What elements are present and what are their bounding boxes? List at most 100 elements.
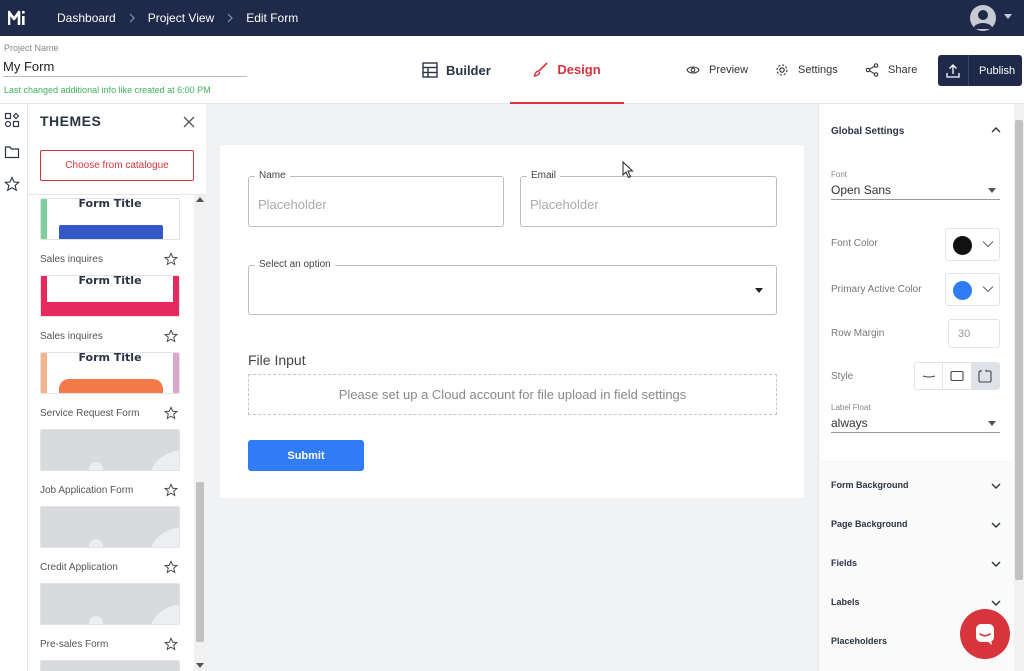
global-settings-title[interactable]: Global Settings — [831, 126, 904, 137]
chevron-down-icon — [991, 522, 1001, 528]
theme-card[interactable] — [40, 583, 180, 625]
email-field[interactable]: Email — [520, 170, 777, 227]
font-select[interactable]: Open Sans — [831, 180, 1000, 200]
primary-color-picker[interactable] — [945, 273, 1000, 306]
preview-label: Preview — [709, 64, 749, 76]
font-color-swatch — [953, 236, 972, 255]
theme-name: Sales inquires — [40, 331, 103, 342]
primary-active-color-label: Primary Active Color — [831, 284, 922, 295]
editor-header: Project Name Last changed additional inf… — [0, 36, 1024, 104]
theme-card[interactable] — [40, 429, 180, 471]
font-color-label: Font Color — [831, 238, 878, 249]
scroll-down-icon[interactable] — [196, 663, 204, 668]
close-icon[interactable] — [181, 114, 197, 130]
theme-card[interactable]: Form Title — [40, 198, 180, 240]
chevron-right-icon — [227, 13, 234, 23]
theme-preview-title: Form Title — [78, 275, 142, 287]
chevron-down-icon — [991, 561, 1001, 567]
breadcrumb-dashboard[interactable]: Dashboard — [57, 11, 116, 25]
tab-builder[interactable]: Builder — [422, 36, 491, 104]
row-margin-input[interactable] — [948, 319, 1000, 348]
theme-card[interactable]: Form Title — [40, 275, 180, 317]
star-icon[interactable] — [164, 252, 178, 266]
image-placeholder-icon — [151, 604, 179, 624]
form-preview-card: Name Email Select an option File Input P… — [220, 145, 804, 498]
theme-preview-button — [41, 302, 179, 316]
caret-down-icon — [988, 421, 996, 426]
email-input[interactable] — [530, 197, 750, 212]
label-float-label: Label Float — [831, 403, 871, 412]
email-field-label: Email — [527, 170, 561, 181]
star-icon[interactable] — [4, 176, 20, 192]
breadcrumb-edit-form[interactable]: Edit Form — [246, 11, 298, 25]
name-field[interactable]: Name — [248, 170, 504, 227]
chevron-down-icon — [982, 286, 994, 293]
folder-icon[interactable] — [4, 144, 20, 160]
style-underline-option[interactable] — [915, 363, 944, 389]
star-icon[interactable] — [164, 637, 178, 651]
image-placeholder-icon — [151, 527, 179, 547]
star-icon[interactable] — [164, 560, 178, 574]
theme-preview-accent — [41, 199, 47, 239]
mouse-cursor-icon — [622, 161, 634, 179]
box-style-icon — [950, 370, 964, 382]
choose-from-catalogue-button[interactable]: Choose from catalogue — [40, 150, 194, 181]
section-title: Page Background — [831, 519, 908, 529]
scroll-up-icon[interactable] — [196, 197, 204, 202]
chat-button[interactable] — [960, 609, 1010, 659]
file-upload-dropzone[interactable]: Please set up a Cloud account for file u… — [248, 374, 777, 415]
file-input-title: File Input — [248, 352, 306, 368]
chevron-down-icon[interactable] — [1004, 14, 1012, 19]
theme-list: Form Title Sales inquires Form Title Sal… — [28, 196, 194, 671]
eye-icon — [686, 66, 700, 74]
tab-design[interactable]: Design — [510, 36, 624, 104]
brush-icon — [533, 62, 548, 77]
label-float-select[interactable]: always — [831, 413, 1000, 433]
theme-card[interactable] — [40, 506, 180, 548]
theme-card[interactable]: Form Title — [40, 352, 180, 394]
style-label: Style — [831, 371, 854, 382]
row-margin-label: Row Margin — [831, 328, 885, 339]
publish-button[interactable]: Publish — [938, 55, 1022, 86]
preview-button[interactable]: Preview — [686, 36, 748, 104]
star-icon[interactable] — [164, 406, 178, 420]
section-fields[interactable]: Fields — [819, 544, 1014, 583]
name-field-label: Name — [255, 170, 290, 181]
select-label: Select an option — [255, 259, 335, 270]
breadcrumb-project-view[interactable]: Project View — [148, 11, 214, 25]
outlined-style-icon — [978, 369, 992, 383]
section-title: Placeholders — [831, 636, 888, 646]
user-avatar-button[interactable] — [970, 5, 996, 31]
theme-name: Service Request Form — [40, 408, 140, 419]
name-input[interactable] — [258, 197, 478, 212]
submit-button[interactable]: Submit — [248, 440, 364, 471]
theme-preview-title: Form Title — [78, 352, 142, 364]
theme-preview-accent — [41, 353, 47, 393]
star-icon[interactable] — [164, 329, 178, 343]
project-name-input[interactable] — [3, 57, 247, 77]
themes-scrollbar-thumb[interactable] — [196, 482, 204, 642]
chevron-up-icon[interactable] — [991, 125, 1001, 135]
section-page-background[interactable]: Page Background — [819, 505, 1014, 544]
underline-style-icon — [922, 375, 935, 378]
star-icon[interactable] — [164, 483, 178, 497]
image-placeholder-icon — [89, 462, 103, 470]
theme-card[interactable] — [40, 660, 180, 671]
image-placeholder-icon — [89, 539, 103, 547]
widgets-icon[interactable] — [4, 112, 20, 128]
theme-name: Job Application Form — [40, 485, 134, 496]
settings-button[interactable]: Settings — [775, 36, 838, 104]
style-box-option[interactable] — [943, 363, 972, 389]
share-button[interactable]: Share — [865, 36, 917, 104]
chat-icon — [976, 624, 994, 645]
style-outlined-option[interactable] — [971, 363, 999, 389]
section-form-background[interactable]: Form Background — [819, 466, 1014, 505]
font-color-picker[interactable] — [945, 228, 1000, 261]
option-select[interactable]: Select an option — [248, 259, 777, 315]
settings-label: Settings — [798, 64, 838, 76]
upload-icon — [946, 63, 960, 78]
app-logo[interactable] — [0, 0, 36, 36]
publish-divider — [968, 55, 969, 86]
caret-down-icon — [988, 188, 996, 193]
settings-scrollbar-thumb[interactable] — [1015, 120, 1023, 580]
